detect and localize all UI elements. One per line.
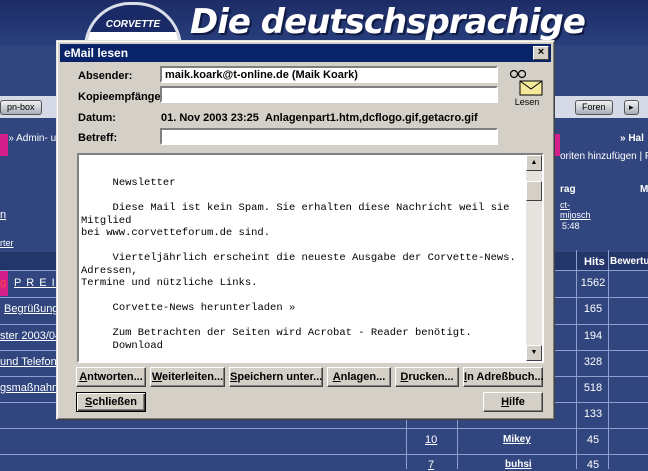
attachments-value: part1.htm,dcflogo.gif,getacro.gif xyxy=(309,112,478,124)
cc-field[interactable] xyxy=(160,86,498,103)
scroll-down-icon[interactable]: ▼ xyxy=(526,345,542,361)
forum-left-accent xyxy=(0,134,8,156)
forum-link-experte[interactable]: rter xyxy=(0,238,14,248)
pn-box-button[interactable]: pn-box xyxy=(0,100,42,115)
forum-row-title[interactable]: und Telefonn xyxy=(0,356,63,368)
forum-user-snippet[interactable]: ct- mijosch xyxy=(560,200,591,220)
attachments-label: Anlagen: xyxy=(265,112,313,124)
help-button[interactable]: Hilfe xyxy=(483,392,543,412)
forum-favorites-link[interactable]: oriten hinzufügen | Foru xyxy=(560,151,648,162)
forum-col-m: M xyxy=(640,184,648,195)
body-scrollbar[interactable]: ▲ ▼ xyxy=(526,155,542,361)
date-label: Datum: xyxy=(78,112,116,124)
forum-row-user[interactable]: buhsi xyxy=(505,459,532,470)
date-value: 01. Nov 2003 23:25 xyxy=(161,112,259,124)
close-icon[interactable]: × xyxy=(533,46,549,60)
forum-row-user[interactable]: Mikey xyxy=(503,434,531,445)
forum-breadcrumb[interactable]: n » Admin- u xyxy=(0,133,56,144)
foren-button[interactable]: Foren xyxy=(575,100,613,115)
forum-row-hits: 45 xyxy=(586,459,600,471)
subject-label: Betreff: xyxy=(78,132,118,144)
dialog-titlebar[interactable]: eMail lesen × xyxy=(60,44,551,62)
dialog-title: eMail lesen xyxy=(64,46,129,60)
forum-row-prefix: g xyxy=(0,277,7,289)
forum-nav-icon[interactable]: ▸ xyxy=(624,100,639,115)
forum-row-replies[interactable]: 10 xyxy=(425,434,437,446)
forward-button[interactable]: Weiterleiten... xyxy=(150,367,225,387)
sender-field[interactable] xyxy=(160,66,498,83)
email-body[interactable]: Newsletter Diese Mail ist kein Spam. Sie… xyxy=(77,153,544,363)
forum-row-hits: 328 xyxy=(583,356,603,368)
reply-button[interactable]: Antworten... xyxy=(76,367,146,387)
subject-field[interactable] xyxy=(160,128,498,145)
email-body-text: Newsletter Diese Mail ist kein Spam. Sie… xyxy=(81,177,516,352)
forum-row-hits: 518 xyxy=(583,382,603,394)
forum-row-replies[interactable]: 7 xyxy=(428,459,434,471)
forum-header-rating: Bewertun xyxy=(610,256,648,267)
close-button[interactable]: Schließen xyxy=(76,392,146,412)
scroll-thumb[interactable] xyxy=(526,181,542,201)
email-read-dialog: eMail lesen × Absender: Kopieempfänger: … xyxy=(56,40,555,420)
save-as-button[interactable]: Speichern unter... xyxy=(229,367,323,387)
add-to-addressbook-button[interactable]: In Adreßbuch... xyxy=(463,367,544,387)
forum-row-hits: 1562 xyxy=(580,277,606,289)
forum-row-hits: 133 xyxy=(583,408,603,420)
read-icon-label: Lesen xyxy=(514,97,540,107)
forum-link-n[interactable]: n xyxy=(0,209,6,221)
forum-row-title[interactable]: ster 2003/04 xyxy=(0,330,61,342)
forum-row-hits: 194 xyxy=(583,330,603,342)
scroll-up-icon[interactable]: ▲ xyxy=(526,155,542,171)
forum-row-hits: 45 xyxy=(586,434,600,446)
sender-label: Absender: xyxy=(78,70,133,82)
forum-row-hits: 165 xyxy=(583,303,603,315)
print-button[interactable]: Drucken... xyxy=(395,367,459,387)
logo-text: CORVETTE xyxy=(105,19,161,30)
forum-header-hits: Hits xyxy=(584,256,605,268)
forum-headline: Die deutschsprachige xyxy=(190,2,586,42)
forum-right-crumb[interactable]: » Hal xyxy=(620,133,644,144)
forum-row-title[interactable]: Begrüßung xyxy=(4,303,58,315)
forum-time-snippet: 5:48 xyxy=(562,221,580,231)
attachments-button[interactable]: Anlagen... xyxy=(327,367,391,387)
cc-label: Kopieempfänger: xyxy=(78,91,169,103)
forum-col-frag: rag xyxy=(560,184,576,195)
